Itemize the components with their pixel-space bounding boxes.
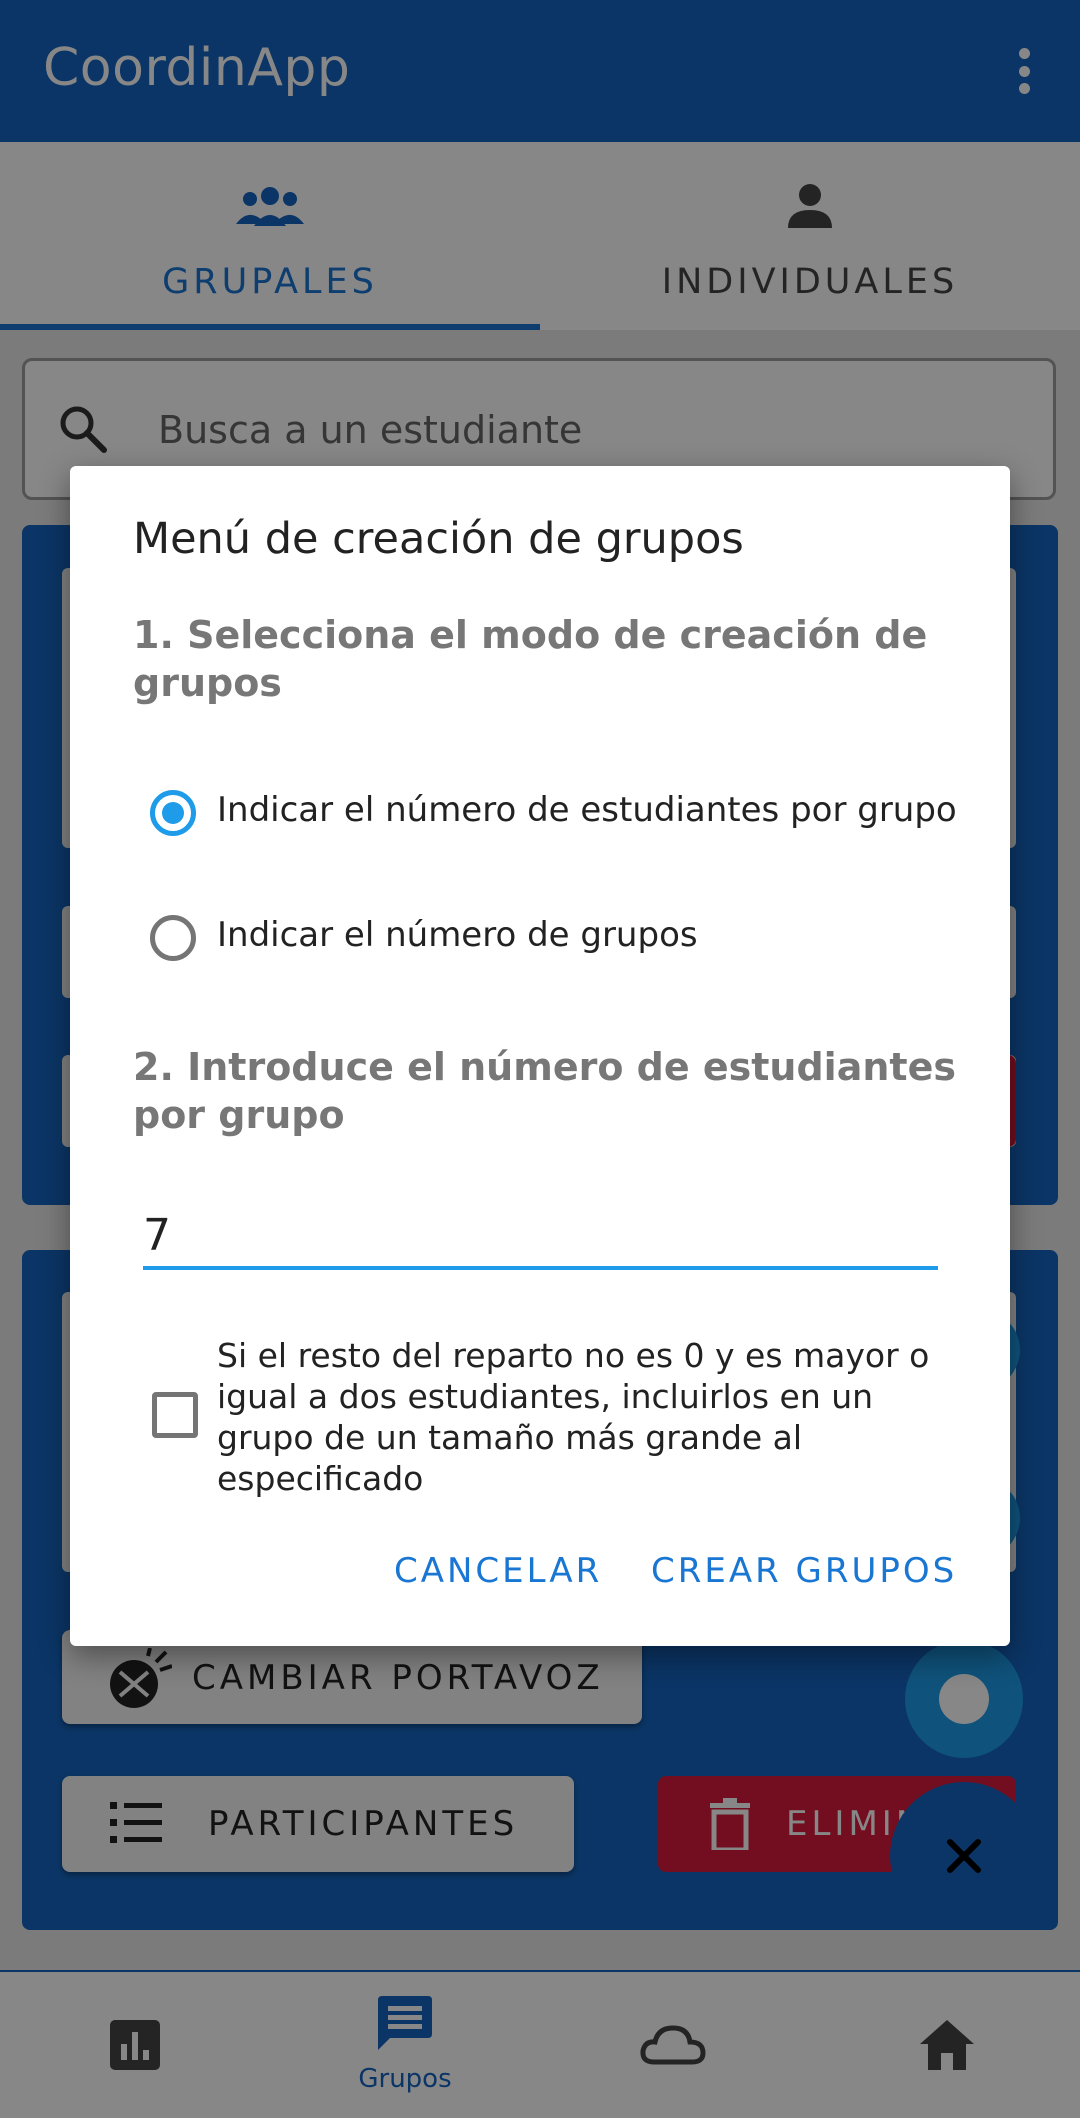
students-per-group-input[interactable]: 7 [143, 1210, 171, 1261]
section-1-title: 1. Selecciona el modo de creación de gru… [133, 613, 928, 705]
radio-students-per-group[interactable] [150, 790, 196, 836]
radio-number-of-groups[interactable] [150, 915, 196, 961]
option-number-of-groups-label[interactable]: Indicar el número de grupos [217, 915, 698, 955]
create-groups-button[interactable]: CREAR GRUPOS [651, 1551, 957, 1591]
dialog-title: Menú de creación de grupos [133, 514, 744, 564]
cancel-button[interactable]: CANCELAR [394, 1551, 602, 1591]
option-students-per-group-label[interactable]: Indicar el número de estudiantes por gru… [217, 790, 957, 830]
include-remainder-checkbox[interactable] [152, 1392, 198, 1438]
section-2-title: 2. Introduce el número de estudiantes po… [133, 1045, 956, 1137]
input-underline [143, 1266, 938, 1270]
include-remainder-label[interactable]: Si el resto del reparto no es 0 y es may… [217, 1335, 957, 1499]
